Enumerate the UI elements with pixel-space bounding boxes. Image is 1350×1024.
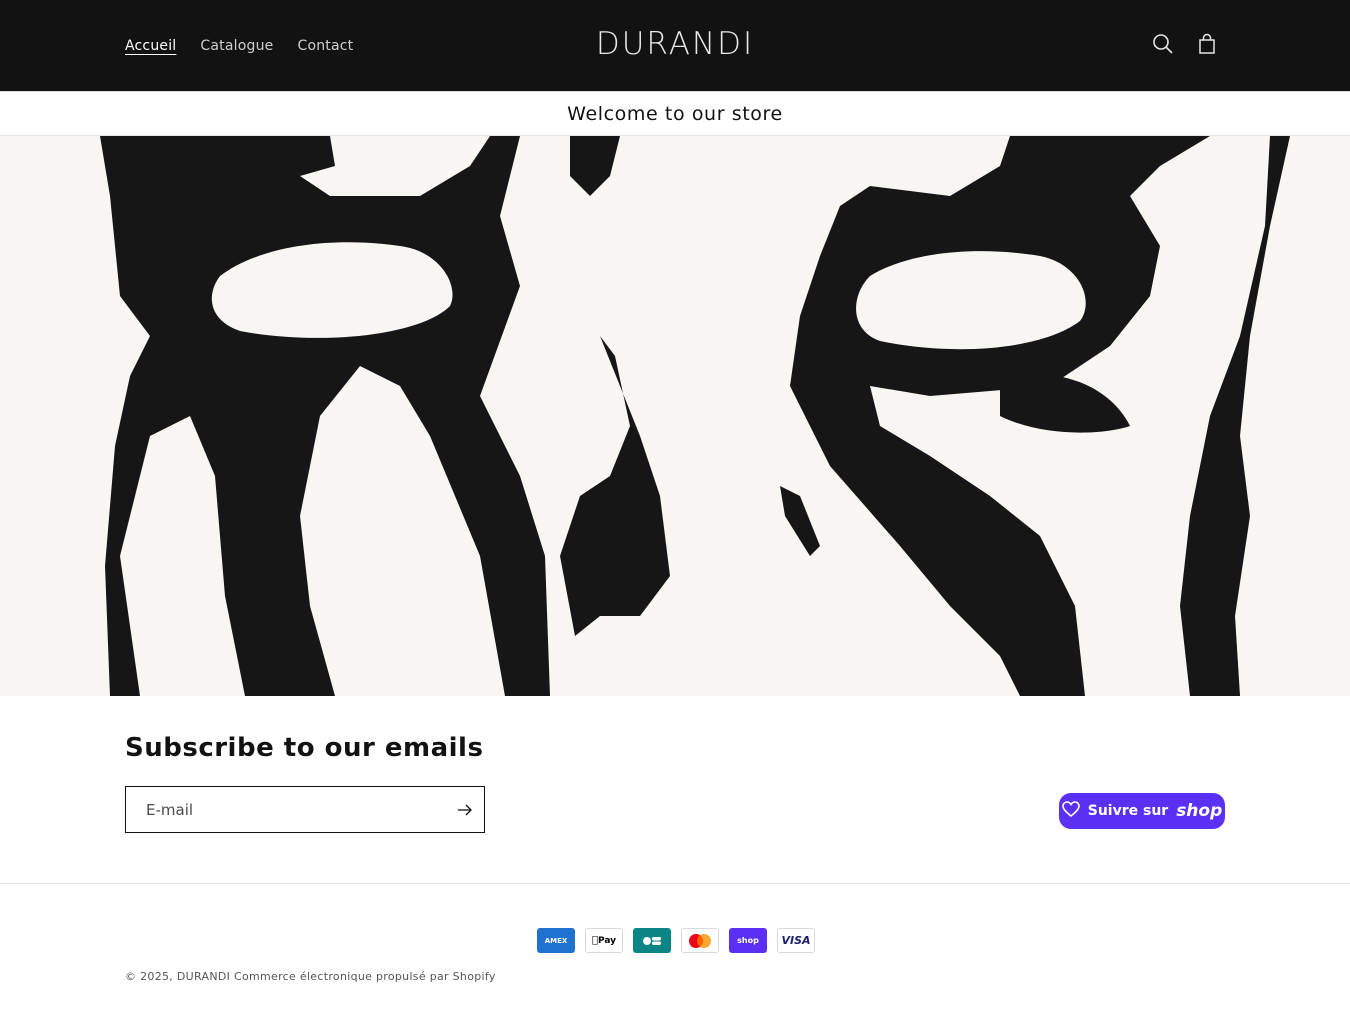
follow-on-shop-button[interactable]: Suivre sur shop <box>1059 793 1225 829</box>
site-header: Accueil Catalogue Contact DURANDI <box>0 0 1350 91</box>
mastercard-icon <box>681 928 719 953</box>
footer-divider <box>0 883 1350 884</box>
powered-by-link[interactable]: Commerce électronique propulsé par Shopi… <box>234 970 496 983</box>
payment-icons: AMEX Pay shop VISA <box>537 928 815 953</box>
heart-icon <box>1061 801 1080 821</box>
announcement-text: Welcome to our store <box>567 102 783 125</box>
announcement-bar: Welcome to our store <box>0 91 1350 136</box>
email-field <box>125 786 485 833</box>
copyright: © 2025, DURANDI Commerce électronique pr… <box>125 970 496 983</box>
arrow-right-icon[interactable] <box>456 801 474 819</box>
cart-icon[interactable] <box>1194 31 1220 57</box>
amex-icon: AMEX <box>537 928 575 953</box>
search-icon[interactable] <box>1150 31 1176 57</box>
store-logo[interactable]: DURANDI <box>0 26 1350 62</box>
apple-pay-icon: Pay <box>585 928 623 953</box>
email-input[interactable] <box>126 800 446 819</box>
cartes-bancaires-icon <box>633 928 671 953</box>
newsletter-title: Subscribe to our emails <box>125 733 484 763</box>
copyright-prefix: © 2025, <box>125 970 174 983</box>
hero-banner-image <box>0 136 1350 696</box>
visa-icon: VISA <box>777 928 815 953</box>
shop-pay-icon: shop <box>729 928 767 953</box>
shop-brand: shop <box>1176 801 1223 821</box>
follow-label: Suivre sur <box>1087 803 1169 819</box>
store-link[interactable]: DURANDI <box>177 970 230 983</box>
hero-illustration <box>0 136 1350 696</box>
